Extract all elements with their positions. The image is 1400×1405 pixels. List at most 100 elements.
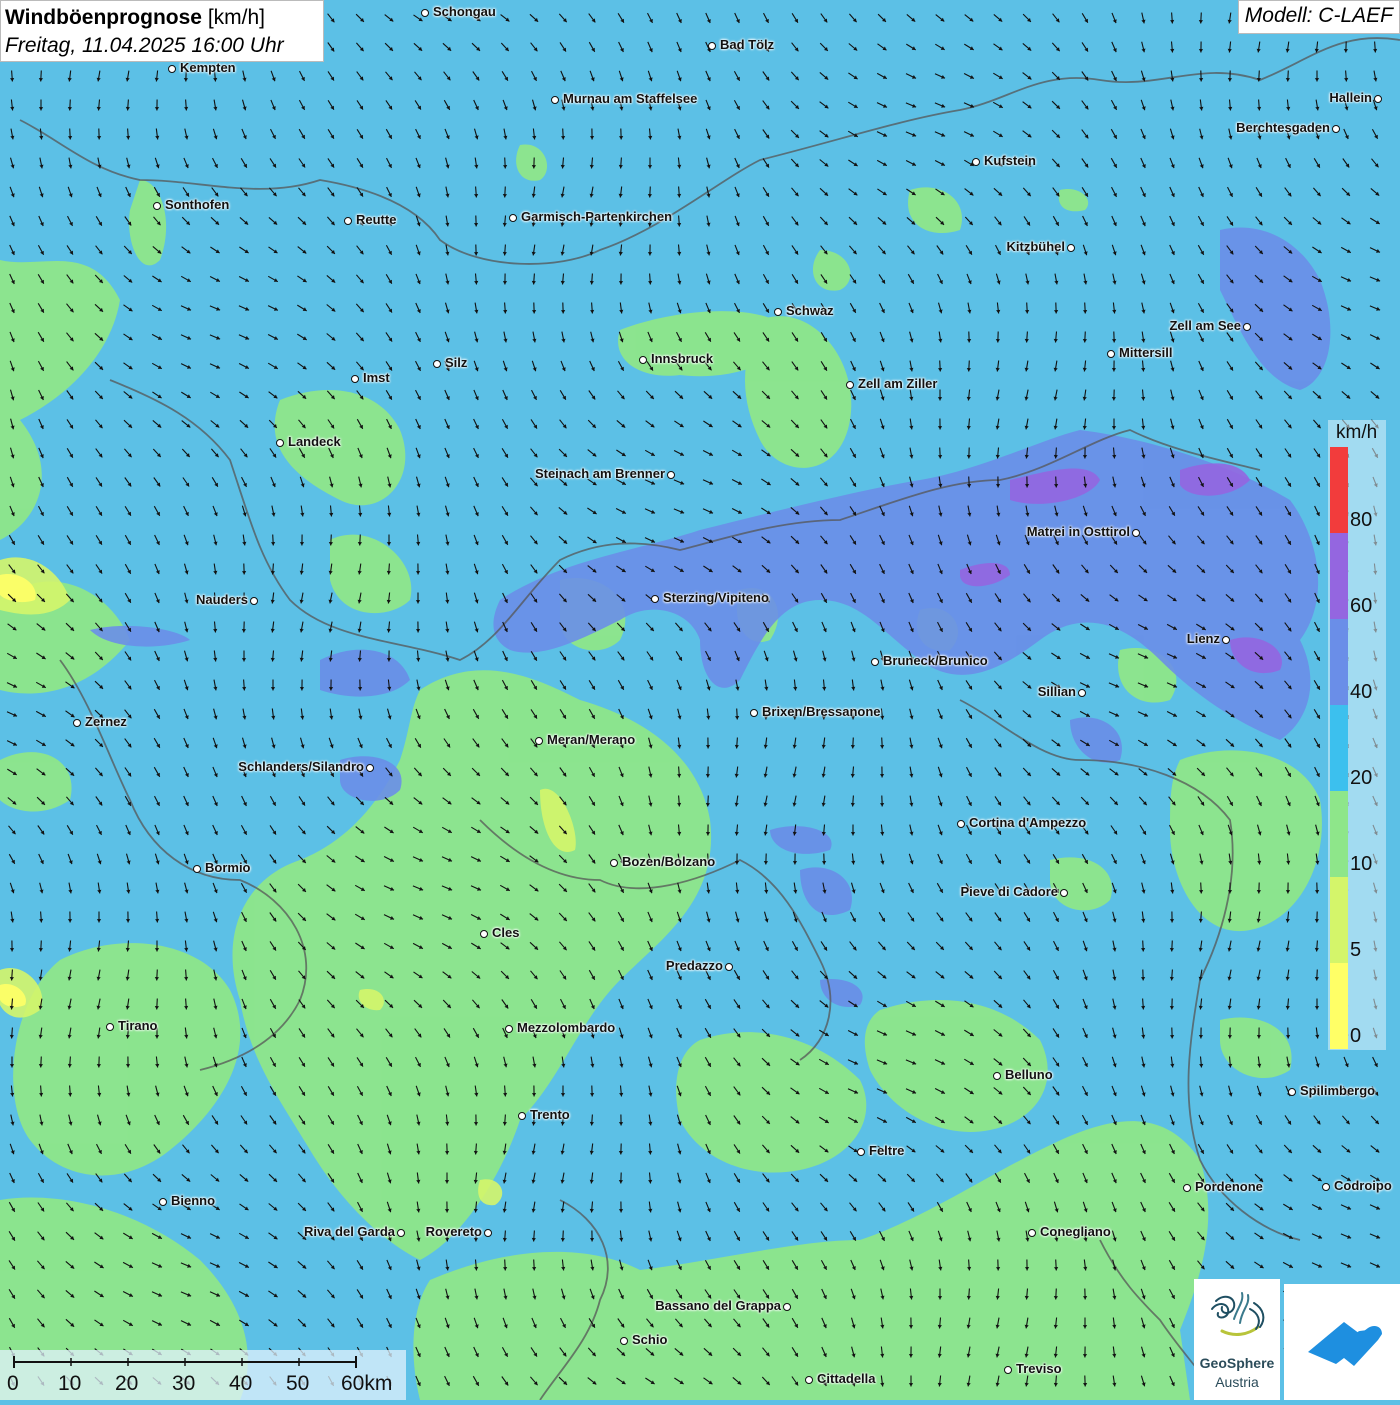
scale-label-10: 10 (58, 1372, 81, 1396)
legend-bin-40 (1330, 619, 1348, 705)
color-legend: km/h 80 60 40 20 10 5 0 (1328, 420, 1386, 1050)
city-label: Bozen/Bolzano (622, 854, 715, 869)
city-marker (484, 1229, 492, 1237)
city-marker (505, 1025, 513, 1033)
city-marker (276, 439, 284, 447)
city-label: Predazzo (666, 958, 723, 973)
legend-tick-5: 5 (1350, 939, 1361, 962)
logo-text-austria: Austria (1194, 1374, 1280, 1390)
city-marker (1243, 323, 1251, 331)
model-label: Modell: C-LAEF (1238, 0, 1400, 34)
city-marker (1107, 350, 1115, 358)
city-label: Garmisch-Partenkirchen (521, 209, 672, 224)
city-label: Kitzbühel (1007, 239, 1066, 254)
geosphere-austria-logo[interactable]: GeoSphere Austria (1194, 1279, 1280, 1400)
city-label: Riva del Garda (304, 1224, 395, 1239)
city-label: Feltre (869, 1143, 904, 1158)
city-label: Innsbruck (651, 351, 713, 366)
legend-tick-0: 0 (1350, 1025, 1361, 1048)
legend-bin-60 (1330, 533, 1348, 619)
city-label: Codroipo (1334, 1178, 1392, 1193)
scale-label-60km: 60km (341, 1372, 392, 1396)
city-marker (153, 202, 161, 210)
forecast-datetime: Freitag, 11.04.2025 16:00 Uhr (5, 32, 319, 60)
city-marker (1222, 636, 1230, 644)
city-marker (397, 1229, 405, 1237)
city-marker (1183, 1184, 1191, 1192)
legend-tick-60: 60 (1350, 595, 1372, 618)
legend-unit: km/h (1336, 422, 1377, 444)
city-marker (535, 737, 543, 745)
city-label: Rovereto (426, 1224, 482, 1239)
city-marker (805, 1376, 813, 1384)
city-label: Bienno (171, 1193, 215, 1208)
city-marker (1078, 689, 1086, 697)
city-label: Sonthofen (165, 197, 229, 212)
city-marker (73, 719, 81, 727)
city-label: Hallein (1329, 90, 1372, 105)
city-label: Steinach am Brenner (535, 466, 665, 481)
city-marker (667, 471, 675, 479)
city-label: Pieve di Cadore (960, 884, 1058, 899)
legend-tick-10: 10 (1350, 853, 1372, 876)
city-marker (1060, 889, 1068, 897)
city-marker (708, 42, 716, 50)
city-marker (351, 375, 359, 383)
city-marker (857, 1148, 865, 1156)
legend-tick-80: 80 (1350, 509, 1372, 532)
city-label: Tirano (118, 1018, 158, 1033)
map-title-box: Windböenprognose [km/h] Freitag, 11.04.2… (0, 0, 324, 62)
legend-bin-10 (1330, 791, 1348, 877)
city-label: Bormio (205, 860, 251, 875)
city-label: Schlanders/Silandro (238, 759, 364, 774)
city-label: Zell am See (1169, 318, 1241, 333)
city-label: Murnau am Staffelsee (563, 91, 697, 106)
city-label: Treviso (1016, 1361, 1062, 1376)
city-marker (993, 1072, 1001, 1080)
city-label: Bassano del Grappa (655, 1298, 781, 1313)
city-label: Schwaz (786, 303, 834, 318)
city-marker (620, 1337, 628, 1345)
scale-label-50: 50 (286, 1372, 309, 1396)
scale-label-20: 20 (115, 1372, 138, 1396)
city-label: Cles (492, 925, 519, 940)
city-marker (168, 65, 176, 73)
city-marker (1374, 95, 1382, 103)
city-label: Trento (530, 1107, 570, 1122)
scale-label-40: 40 (229, 1372, 252, 1396)
legend-bin-20 (1330, 705, 1348, 791)
city-marker (783, 1303, 791, 1311)
city-marker (846, 381, 854, 389)
city-marker (421, 9, 429, 17)
city-marker (871, 658, 879, 666)
city-label: Landeck (288, 434, 341, 449)
city-marker (774, 308, 782, 316)
scale-label-30: 30 (172, 1372, 195, 1396)
city-marker (957, 820, 965, 828)
city-marker (193, 865, 201, 873)
city-marker (159, 1198, 167, 1206)
city-marker (106, 1023, 114, 1031)
city-label: Belluno (1005, 1067, 1053, 1082)
city-marker (518, 1112, 526, 1120)
city-marker (433, 360, 441, 368)
city-label: Pordenone (1195, 1179, 1263, 1194)
city-marker (551, 96, 559, 104)
city-marker (509, 214, 517, 222)
app-logo-mountain-cloud[interactable] (1284, 1284, 1400, 1400)
city-marker (1067, 244, 1075, 252)
city-label: Nauders (196, 592, 248, 607)
city-label: Sillian (1038, 684, 1076, 699)
city-label: Lienz (1187, 631, 1220, 646)
city-marker (250, 597, 258, 605)
city-label: Zernez (85, 714, 127, 729)
geosphere-swirl-icon (1194, 1279, 1280, 1355)
city-label: Imst (363, 370, 390, 385)
city-marker (1288, 1088, 1296, 1096)
city-label: Spilimbergo (1300, 1083, 1375, 1098)
city-label: Mezzolombardo (517, 1020, 615, 1035)
legend-tick-40: 40 (1350, 681, 1372, 704)
city-label: Reutte (356, 212, 396, 227)
city-label: Kempten (180, 60, 236, 75)
legend-bin-5 (1330, 877, 1348, 963)
